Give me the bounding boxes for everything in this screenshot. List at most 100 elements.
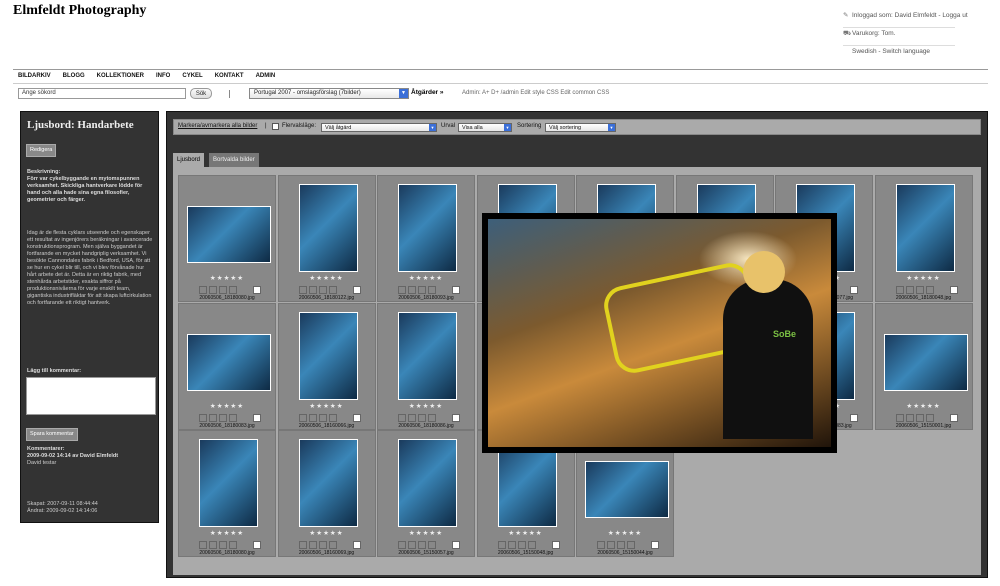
info-icon[interactable] [597, 541, 605, 549]
move-icon[interactable] [517, 541, 526, 549]
sort-select[interactable]: Välj sortering ▼ [545, 123, 616, 132]
comment-textarea[interactable] [26, 377, 156, 415]
select-checkbox[interactable] [850, 286, 858, 294]
thumbnail-image[interactable] [298, 439, 358, 527]
thumbnail-image[interactable] [298, 184, 358, 272]
zoom-icon[interactable] [209, 413, 217, 422]
thumbnail-cell[interactable]: ★★★★★ 20060506_18160069.jpg [277, 430, 376, 557]
rating-stars[interactable]: ★★★★★ [378, 402, 474, 410]
filter-select[interactable]: Visa alla ▼ [458, 123, 512, 132]
delete-icon[interactable] [627, 541, 635, 549]
thumbnail-image[interactable] [585, 461, 669, 518]
rating-stars[interactable]: ★★★★★ [279, 402, 375, 410]
delete-icon[interactable] [328, 286, 337, 294]
tab-lightbox[interactable]: Ljusbord [173, 153, 205, 167]
nav-bildarkiv[interactable]: BILDARKIV [18, 73, 51, 79]
nav-info[interactable]: INFO [156, 73, 170, 79]
thumbnail-image[interactable] [187, 206, 271, 263]
thumbnail-cell[interactable]: ★★★★★ 20060506_18180080.jpg [178, 175, 276, 302]
delete-icon[interactable] [428, 541, 436, 549]
info-icon[interactable] [497, 541, 506, 549]
select-checkbox[interactable] [949, 413, 958, 422]
select-checkbox[interactable] [452, 541, 460, 549]
zoom-icon[interactable] [209, 286, 217, 294]
select-checkbox[interactable] [352, 541, 361, 549]
zoom-icon[interactable] [507, 541, 516, 549]
info-icon[interactable] [398, 541, 406, 549]
move-icon[interactable] [418, 286, 426, 294]
nav-blogg[interactable]: BLOGG [63, 73, 85, 79]
select-checkbox[interactable] [352, 413, 361, 422]
select-checkbox[interactable] [253, 286, 261, 294]
move-icon[interactable] [318, 413, 327, 422]
nav-kontakt[interactable]: KONTAKT [215, 73, 244, 79]
edit-button[interactable]: Redigera [26, 144, 57, 157]
thumbnail-cell[interactable]: ★★★★★ 20060506_15150001.jpg [874, 302, 973, 430]
select-checkbox[interactable] [452, 413, 460, 422]
info-icon[interactable] [298, 541, 307, 549]
info-icon[interactable] [199, 286, 207, 294]
info-icon[interactable] [895, 286, 904, 294]
move-icon[interactable] [617, 541, 625, 549]
site-title[interactable]: Elmfeldt Photography [13, 3, 146, 19]
info-icon[interactable] [199, 413, 207, 422]
multi-select-checkbox[interactable] [272, 123, 279, 130]
search-button[interactable]: Sök [190, 88, 212, 99]
image-preview-overlay[interactable]: SoBe [482, 213, 837, 453]
rating-stars[interactable]: ★★★★★ [279, 529, 375, 537]
zoom-icon[interactable] [408, 413, 416, 422]
thumbnail-cell[interactable]: ★★★★★ 20060506_18180086.jpg [377, 302, 475, 430]
admin-links[interactable]: Admin: A+ D+ /admin Edit style CSS Edit … [462, 90, 609, 96]
rating-stars[interactable]: ★★★★★ [378, 274, 474, 282]
delete-icon[interactable] [328, 541, 337, 549]
info-icon[interactable] [298, 413, 307, 422]
delete-icon[interactable] [925, 286, 934, 294]
nav-kollektioner[interactable]: KOLLEKTIONER [97, 73, 144, 79]
select-checkbox[interactable] [452, 286, 460, 294]
thumbnail-image[interactable] [398, 439, 457, 527]
zoom-icon[interactable] [209, 541, 217, 549]
info-icon[interactable] [895, 413, 904, 422]
select-all-link[interactable]: Markera/avmarkera alla bilder [178, 123, 257, 129]
thumbnail-image[interactable] [187, 333, 271, 391]
select-checkbox[interactable] [850, 413, 858, 422]
rating-stars[interactable]: ★★★★★ [179, 402, 275, 410]
select-checkbox[interactable] [551, 541, 560, 549]
thumbnail-cell[interactable]: ★★★★★ 20060506_15150057.jpg [377, 430, 475, 557]
thumbnail-cell[interactable]: ★★★★★ 20060506_18180083.jpg [178, 302, 276, 430]
move-icon[interactable] [219, 541, 227, 549]
delete-icon[interactable] [428, 286, 436, 294]
nav-admin[interactable]: ADMIN [256, 73, 276, 79]
login-status[interactable]: ✎ Inloggad som: David Elmfeldt - Logga ut [843, 10, 968, 28]
tab-rejected[interactable]: Bortvalda bilder [209, 153, 259, 167]
zoom-icon[interactable] [408, 286, 416, 294]
info-icon[interactable] [199, 541, 207, 549]
delete-icon[interactable] [229, 541, 237, 549]
zoom-icon[interactable] [308, 286, 317, 294]
thumbnail-image[interactable] [298, 311, 358, 400]
move-icon[interactable] [219, 286, 227, 294]
thumbnail-cell[interactable]: ★★★★★ 20060506_18180048.jpg [874, 175, 973, 302]
delete-icon[interactable] [229, 413, 237, 422]
delete-icon[interactable] [925, 413, 934, 422]
select-checkbox[interactable] [253, 541, 261, 549]
thumbnail-cell[interactable]: ★★★★★ 20060506_18180093.jpg [377, 175, 475, 302]
select-checkbox[interactable] [651, 541, 659, 549]
zoom-icon[interactable] [905, 286, 914, 294]
move-icon[interactable] [418, 413, 426, 422]
rating-stars[interactable]: ★★★★★ [179, 274, 275, 282]
rating-stars[interactable]: ★★★★★ [577, 529, 673, 537]
thumbnail-cell[interactable]: ★★★★★ 20060506_18180122.jpg [277, 175, 376, 302]
info-icon[interactable] [398, 286, 406, 294]
move-icon[interactable] [318, 286, 327, 294]
thumbnail-image[interactable] [895, 184, 955, 272]
select-checkbox[interactable] [352, 286, 361, 294]
select-checkbox[interactable] [253, 413, 261, 422]
language-switch[interactable]: Swedish - Switch language [843, 46, 955, 63]
move-icon[interactable] [915, 286, 924, 294]
rating-stars[interactable]: ★★★★★ [876, 274, 972, 282]
thumbnail-image[interactable] [883, 333, 968, 391]
delete-icon[interactable] [229, 286, 237, 294]
thumbnail-image[interactable] [398, 184, 457, 272]
actions-menu[interactable]: Åtgärder » [411, 89, 444, 96]
